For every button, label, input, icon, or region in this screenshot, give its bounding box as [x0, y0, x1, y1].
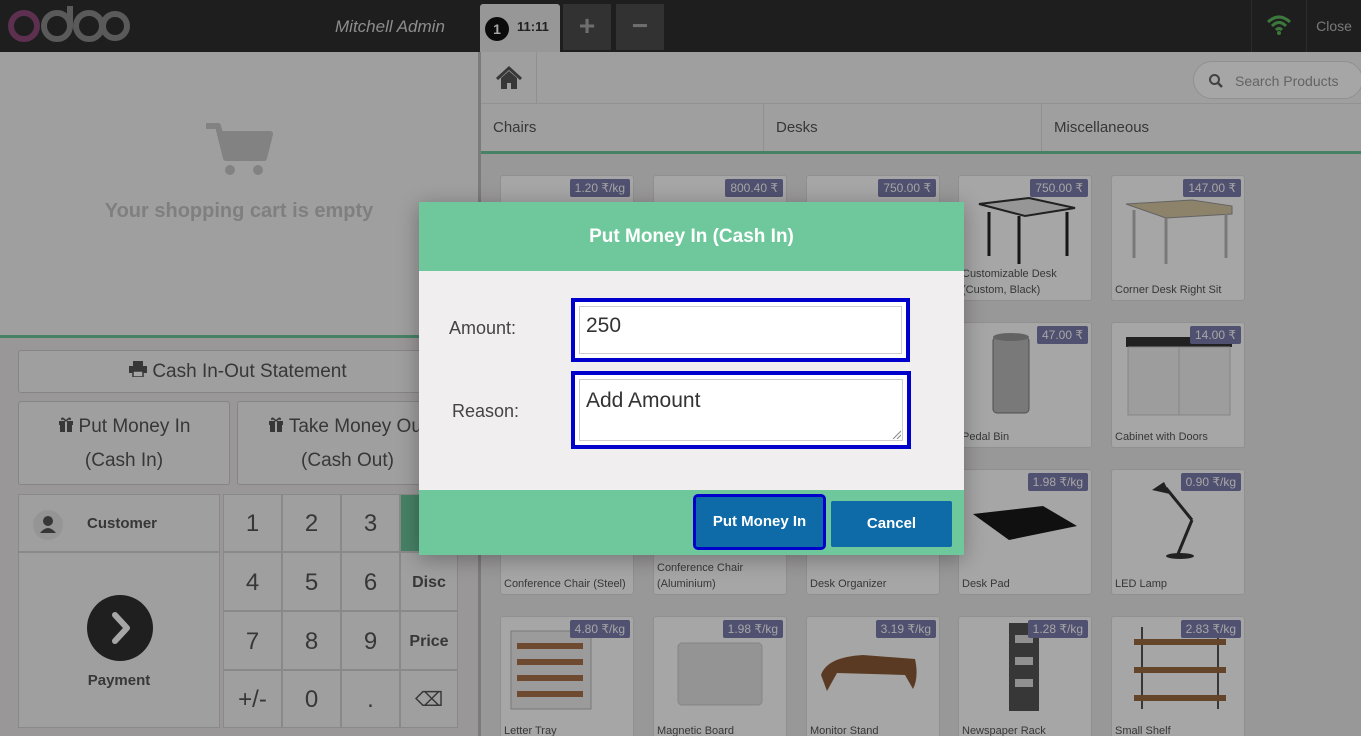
amount-label: Amount: [449, 318, 517, 338]
pos-screen: Mitchell Admin 1 11:11 + − Close Your sh… [0, 0, 1361, 736]
reason-value: Add Amount [586, 389, 701, 412]
cancel-button[interactable]: Cancel [831, 501, 952, 547]
dialog-title: Put Money In (Cash In) [419, 202, 964, 271]
resize-handle-icon[interactable] [891, 429, 901, 439]
put-money-in-confirm-button[interactable]: Put Money In [693, 494, 826, 550]
amount-input-border [579, 306, 902, 354]
reason-textarea[interactable]: Add Amount [571, 371, 911, 449]
dialog-footer: Put Money In Cancel [419, 490, 964, 555]
amount-value: 250 [586, 314, 622, 337]
reason-label: Reason: [452, 401, 520, 421]
cash-in-dialog: Put Money In (Cash In) Amount: 250 Reaso… [419, 202, 964, 555]
amount-input[interactable]: 250 [571, 298, 910, 362]
